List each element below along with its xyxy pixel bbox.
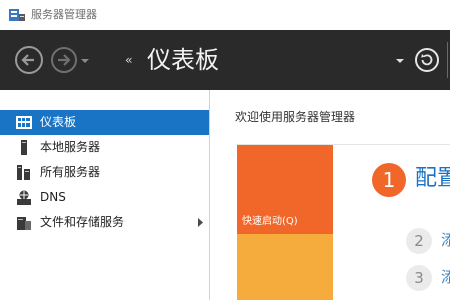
sidebar-item-label: DNS — [40, 190, 66, 204]
chevron-down-icon[interactable] — [395, 57, 405, 65]
dashboard-icon — [16, 116, 32, 129]
sidebar-item-dashboard[interactable]: 仪表板 — [0, 110, 209, 135]
sidebar-item-local-server[interactable]: 本地服务器 — [0, 135, 209, 160]
step-1-link[interactable]: 配置 — [415, 165, 450, 193]
breadcrumb-arrows[interactable]: ‹‹ — [125, 54, 132, 66]
sidebar-item-dns[interactable]: DNS — [0, 185, 209, 210]
toolbar-divider — [447, 42, 448, 78]
step-2-badge: 2 — [406, 228, 432, 254]
step-3-badge: 3 — [406, 265, 432, 291]
history-dropdown-icon[interactable] — [80, 57, 90, 65]
server-manager-icon — [9, 9, 25, 21]
sidebar-item-label: 仪表板 — [40, 115, 77, 129]
sidebar-item-label: 文件和存储服务 — [40, 215, 125, 229]
welcome-heading: 欢迎使用服务器管理器 — [235, 110, 356, 124]
all-servers-icon — [17, 165, 30, 180]
dns-icon — [17, 190, 31, 205]
local-server-icon — [21, 140, 27, 155]
step-1-badge: 1 — [372, 163, 406, 197]
chevron-right-icon[interactable] — [197, 218, 204, 227]
sidebar-item-all-servers[interactable]: 所有服务器 — [0, 160, 209, 185]
sidebar-item-file-storage[interactable]: 文件和存储服务 — [0, 210, 209, 235]
sidebar: 仪表板 本地服务器 所有服务器 DNS 文件和存储服务 — [0, 90, 210, 300]
learn-more-tile[interactable] — [237, 234, 333, 300]
sidebar-item-label: 所有服务器 — [40, 165, 101, 179]
forward-arrow-icon[interactable] — [49, 45, 79, 75]
step-2-link[interactable]: 添 — [441, 230, 450, 250]
window-title: 服务器管理器 — [31, 8, 97, 21]
navigation-bar: ‹‹ 仪表板 — [0, 30, 450, 90]
dashboard-main: 欢迎使用服务器管理器 快速启动(Q) 1 配置 2 添 3 添 — [211, 90, 450, 300]
quick-start-label: 快速启动(Q) — [242, 216, 298, 227]
sidebar-item-label: 本地服务器 — [40, 140, 101, 154]
page-title: 仪表板 — [147, 46, 219, 74]
back-arrow-icon[interactable] — [14, 45, 44, 75]
step-3-link[interactable]: 添 — [441, 267, 450, 287]
file-storage-icon — [17, 217, 31, 230]
quick-start-tile[interactable]: 快速启动(Q) — [237, 145, 333, 234]
refresh-icon[interactable] — [414, 47, 440, 73]
title-bar: 服务器管理器 — [0, 0, 450, 30]
